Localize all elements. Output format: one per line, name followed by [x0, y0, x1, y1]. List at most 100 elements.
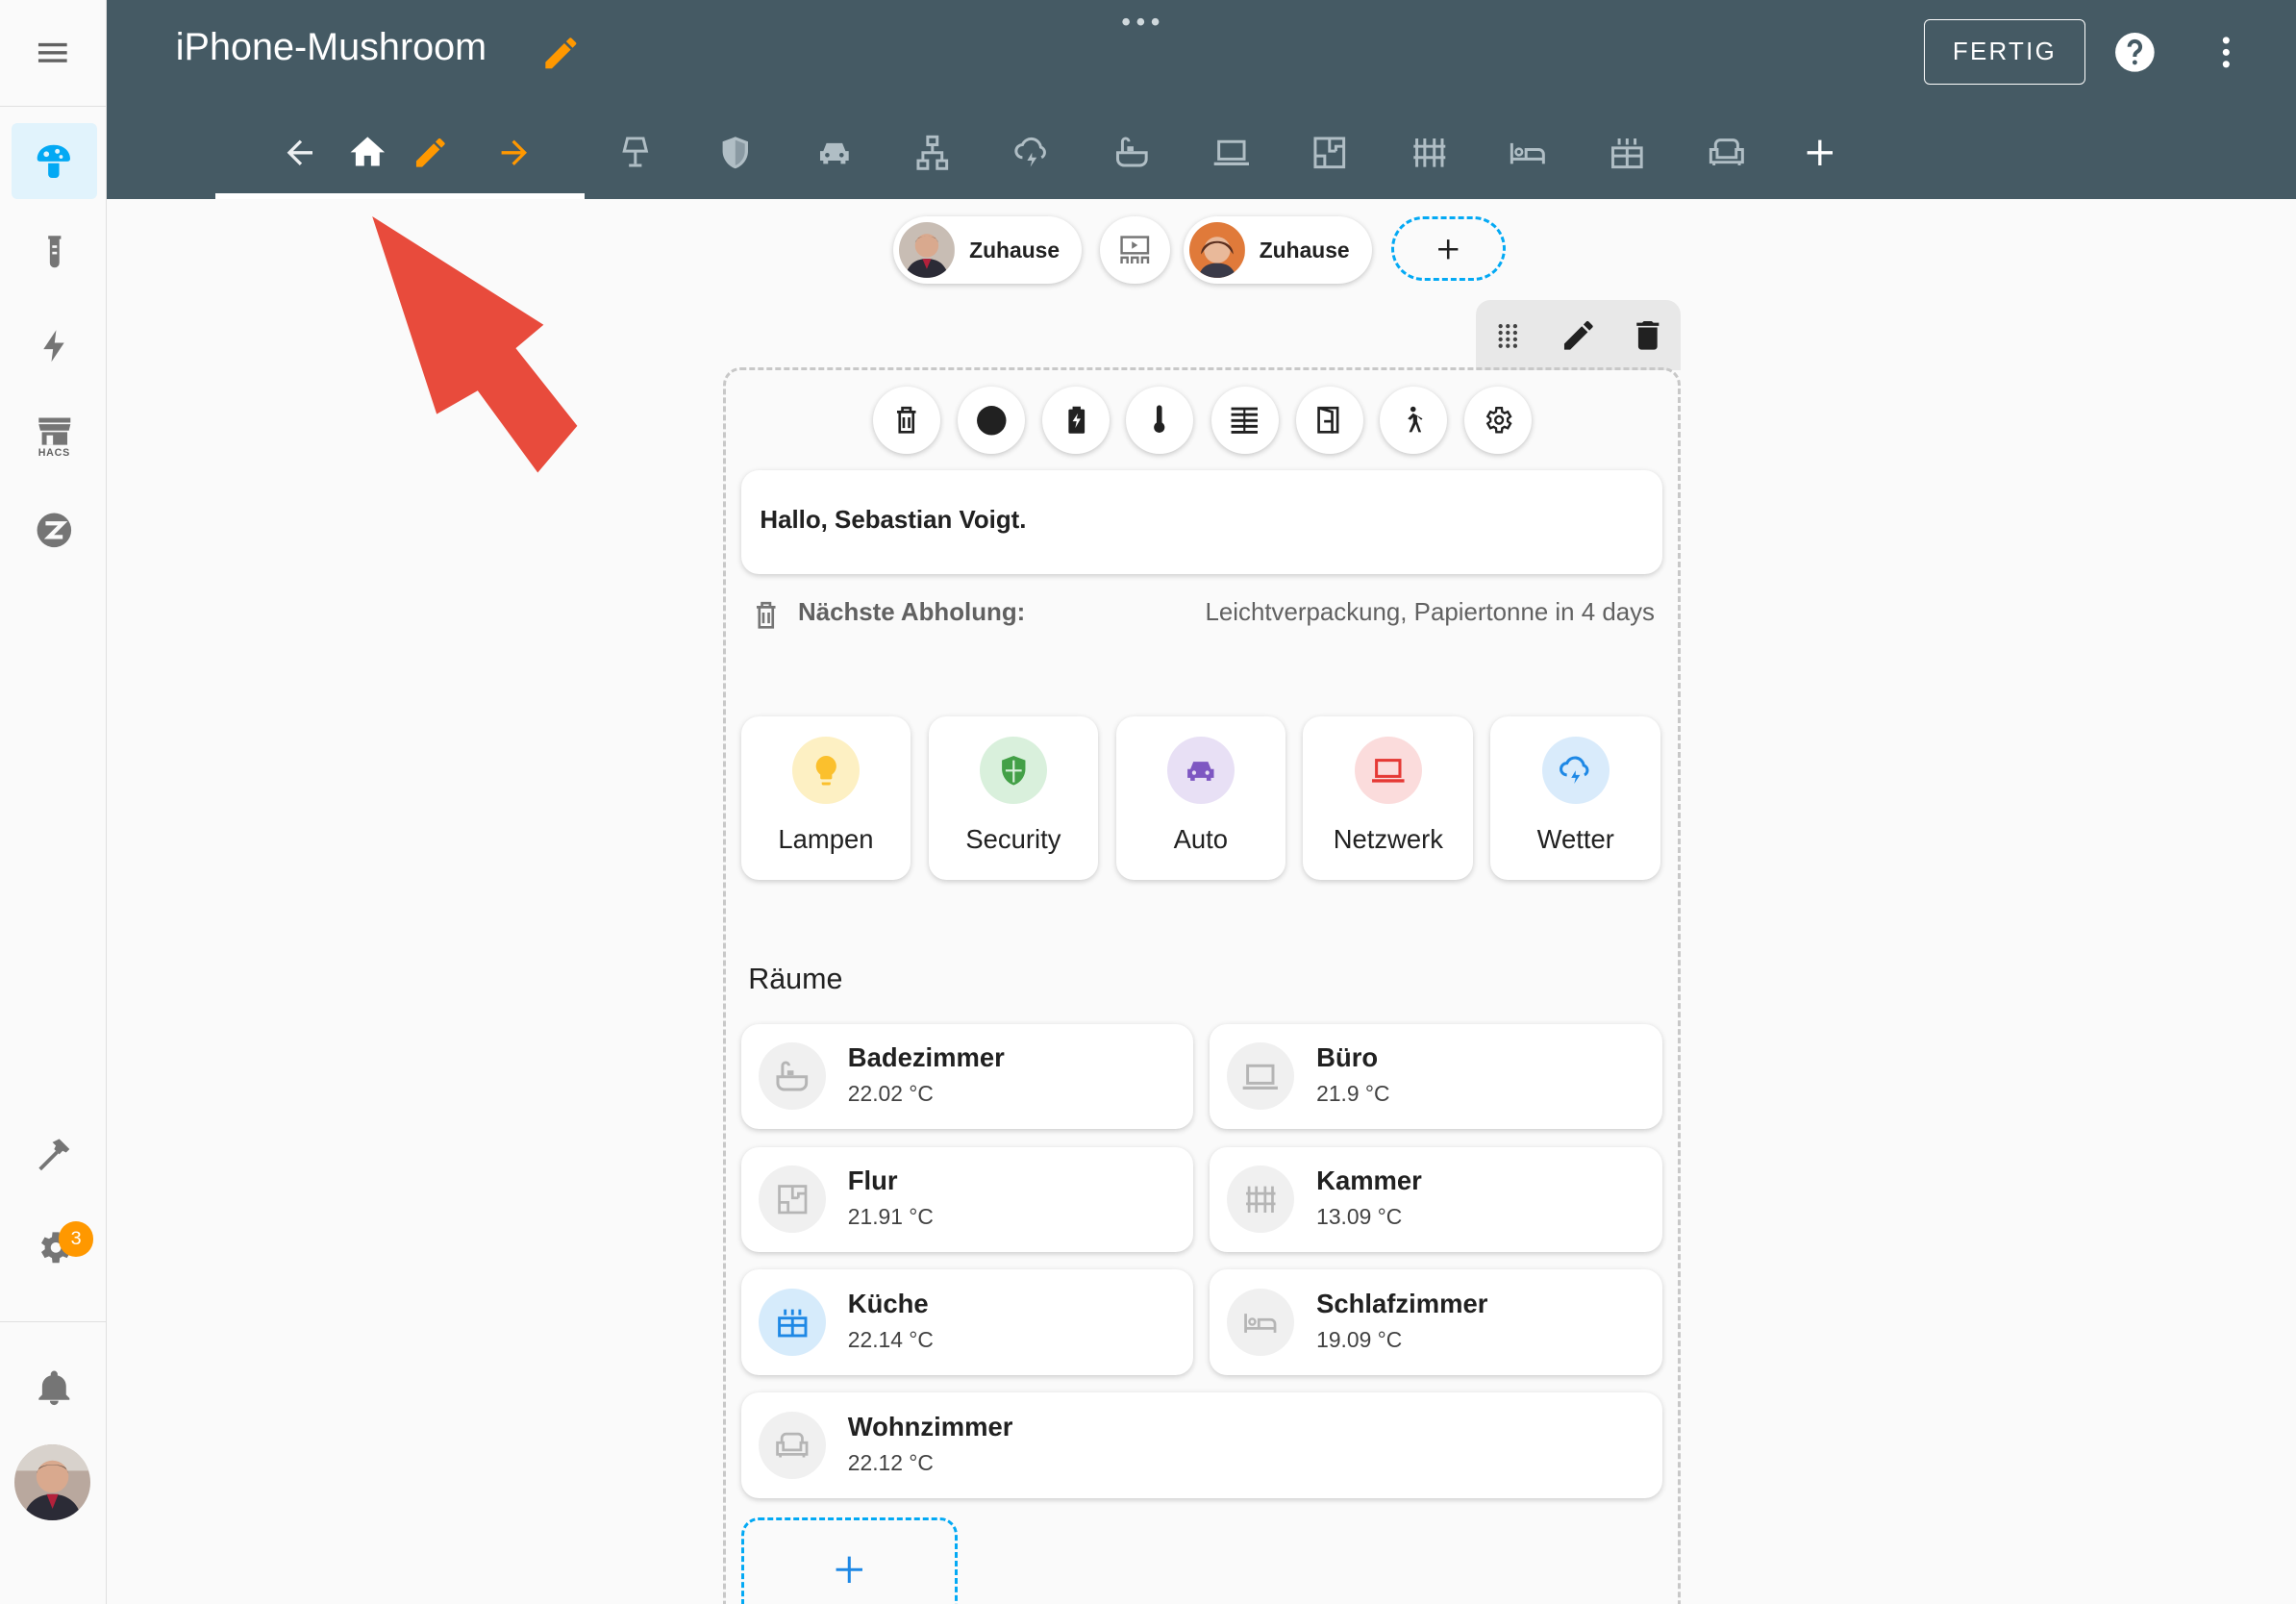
section-delete-button[interactable]	[1629, 316, 1667, 355]
sidebar-item-notifications[interactable]	[12, 1350, 96, 1426]
template-label: Wetter	[1536, 824, 1614, 855]
tab-network[interactable]	[907, 126, 960, 179]
car-icon	[820, 142, 849, 163]
laptop-icon	[1372, 758, 1405, 783]
user-avatar[interactable]	[14, 1443, 91, 1520]
done-button[interactable]: FERTIG	[1924, 18, 2085, 86]
waste-value: Leichtverpackung, Papiertonne in 4 days	[1205, 598, 1655, 626]
section-edit-button[interactable]	[1560, 316, 1598, 355]
shelves-icon	[1412, 138, 1445, 167]
sidebar-item-lab[interactable]	[12, 213, 96, 289]
sidebar-item-hacs[interactable]: HACS	[12, 398, 96, 474]
room-name: Wohnzimmer	[847, 1412, 1013, 1442]
greeting-text: Hallo, Sebastian Voigt.	[760, 506, 1027, 534]
tab-car[interactable]	[809, 126, 861, 179]
chip-motion[interactable]	[1379, 387, 1447, 455]
sidebar-item-settings[interactable]: 3	[12, 1210, 96, 1286]
room-card-schlafzimmer[interactable]: Schlafzimmer 19.09 °C	[1209, 1269, 1662, 1376]
sidebar-item-zwave[interactable]	[12, 492, 96, 568]
pencil-icon	[1563, 320, 1593, 350]
trash-can-outline-icon	[896, 407, 916, 434]
bathtub-icon	[776, 1061, 809, 1091]
badge-label: Zuhause	[969, 237, 1061, 263]
room-card-flur[interactable]: Flur 21.91 °C	[740, 1146, 1194, 1253]
shield-icon	[1001, 755, 1026, 786]
chip-temperature[interactable]	[1126, 387, 1194, 455]
help-button[interactable]	[2111, 29, 2159, 76]
home-theater-icon	[1120, 236, 1150, 264]
chip-waste[interactable]	[872, 387, 940, 455]
room-name: Flur	[847, 1165, 898, 1196]
template-card-wetter[interactable]: Wetter	[1490, 715, 1661, 881]
add-view-button[interactable]	[1794, 126, 1847, 179]
room-temperature: 19.09 °C	[1316, 1326, 1403, 1352]
tab-hallway[interactable]	[1303, 126, 1356, 179]
room-temperature: 22.02 °C	[847, 1080, 934, 1106]
chip-blinds[interactable]	[1210, 387, 1279, 455]
dashboard-title: iPhone-Mushroom	[175, 26, 487, 69]
move-view-left-button[interactable]	[274, 126, 327, 179]
section-drag-handle[interactable]	[1490, 317, 1526, 353]
notification-count-badge: 3	[58, 1221, 94, 1257]
plus-icon	[1438, 238, 1459, 260]
stove-icon	[777, 1309, 808, 1338]
chip-windows[interactable]	[1295, 387, 1363, 455]
tab-home[interactable]	[341, 126, 394, 179]
room-card-wohnzimmer[interactable]: Wohnzimmer 22.12 °C	[740, 1392, 1662, 1498]
edit-view-button[interactable]	[404, 126, 457, 179]
sidebar-item-mushroom-dashboard[interactable]	[12, 122, 97, 200]
mushroom-icon	[37, 144, 71, 178]
add-card-button[interactable]	[740, 1516, 959, 1604]
template-label: Netzwerk	[1333, 824, 1443, 855]
rooms-heading: Räume	[748, 962, 843, 995]
person-badge-1[interactable]: Zuhause	[893, 216, 1083, 285]
template-card-lampen[interactable]: Lampen	[740, 715, 911, 881]
bathtub-icon	[1115, 137, 1148, 167]
user-photo	[14, 1443, 91, 1520]
template-card-security[interactable]: Security	[928, 715, 1099, 881]
room-name: Schlafzimmer	[1316, 1289, 1488, 1319]
drag-handle[interactable]	[1117, 9, 1164, 35]
arrow-right-icon	[501, 139, 527, 165]
room-temperature: 13.09 °C	[1316, 1203, 1403, 1229]
motion-sensor-icon	[1408, 407, 1423, 433]
room-card-badezimmer[interactable]: Badezimmer 22.02 °C	[740, 1023, 1194, 1130]
template-card-netzwerk[interactable]: Netzwerk	[1303, 715, 1474, 881]
edit-title-button[interactable]	[540, 33, 582, 74]
room-card-kueche[interactable]: Küche 22.14 °C	[740, 1269, 1194, 1376]
menu-button[interactable]	[0, 0, 106, 106]
tab-bathroom[interactable]	[1106, 126, 1159, 179]
waste-collection-row[interactable]: Nächste Abholung: Leichtverpackung, Papi…	[747, 597, 1662, 633]
sidebar-item-energy[interactable]	[12, 308, 96, 384]
add-badge-button[interactable]	[1390, 216, 1506, 282]
tab-weather[interactable]	[1006, 126, 1059, 179]
active-tab-indicator	[214, 193, 585, 200]
sidebar-item-developer-tools[interactable]	[12, 1116, 96, 1192]
chip-settings[interactable]	[1464, 387, 1533, 455]
chip-robot-vacuum[interactable]	[958, 387, 1026, 455]
room-temperature: 22.12 °C	[847, 1449, 934, 1475]
tab-living-room[interactable]	[1700, 126, 1753, 179]
template-card-auto[interactable]: Auto	[1115, 715, 1286, 881]
test-tube-icon	[47, 236, 61, 268]
greeting-card[interactable]: Hallo, Sebastian Voigt.	[740, 469, 1662, 574]
lightning-icon	[42, 329, 64, 362]
hacs-label: HACS	[37, 446, 70, 459]
floor-lamp-icon	[622, 137, 649, 167]
media-badge[interactable]	[1099, 216, 1170, 285]
tab-storage[interactable]	[1403, 126, 1456, 179]
room-temperature: 22.14 °C	[847, 1326, 934, 1352]
battery-charging-icon	[1068, 407, 1085, 435]
tab-security[interactable]	[709, 126, 761, 179]
tab-bedroom[interactable]	[1501, 126, 1554, 179]
overflow-menu-button[interactable]	[2206, 29, 2247, 76]
tab-lamps[interactable]	[610, 126, 662, 179]
room-card-buero[interactable]: Büro 21.9 °C	[1209, 1023, 1662, 1130]
person-badge-2[interactable]: Zuhause	[1183, 216, 1373, 285]
room-card-kammer[interactable]: Kammer 13.09 °C	[1209, 1146, 1662, 1253]
move-view-right-button[interactable]	[487, 126, 540, 179]
tab-office[interactable]	[1205, 126, 1258, 179]
person-avatar	[899, 222, 955, 279]
template-label: Lampen	[778, 824, 874, 855]
tab-kitchen[interactable]	[1601, 126, 1654, 179]
